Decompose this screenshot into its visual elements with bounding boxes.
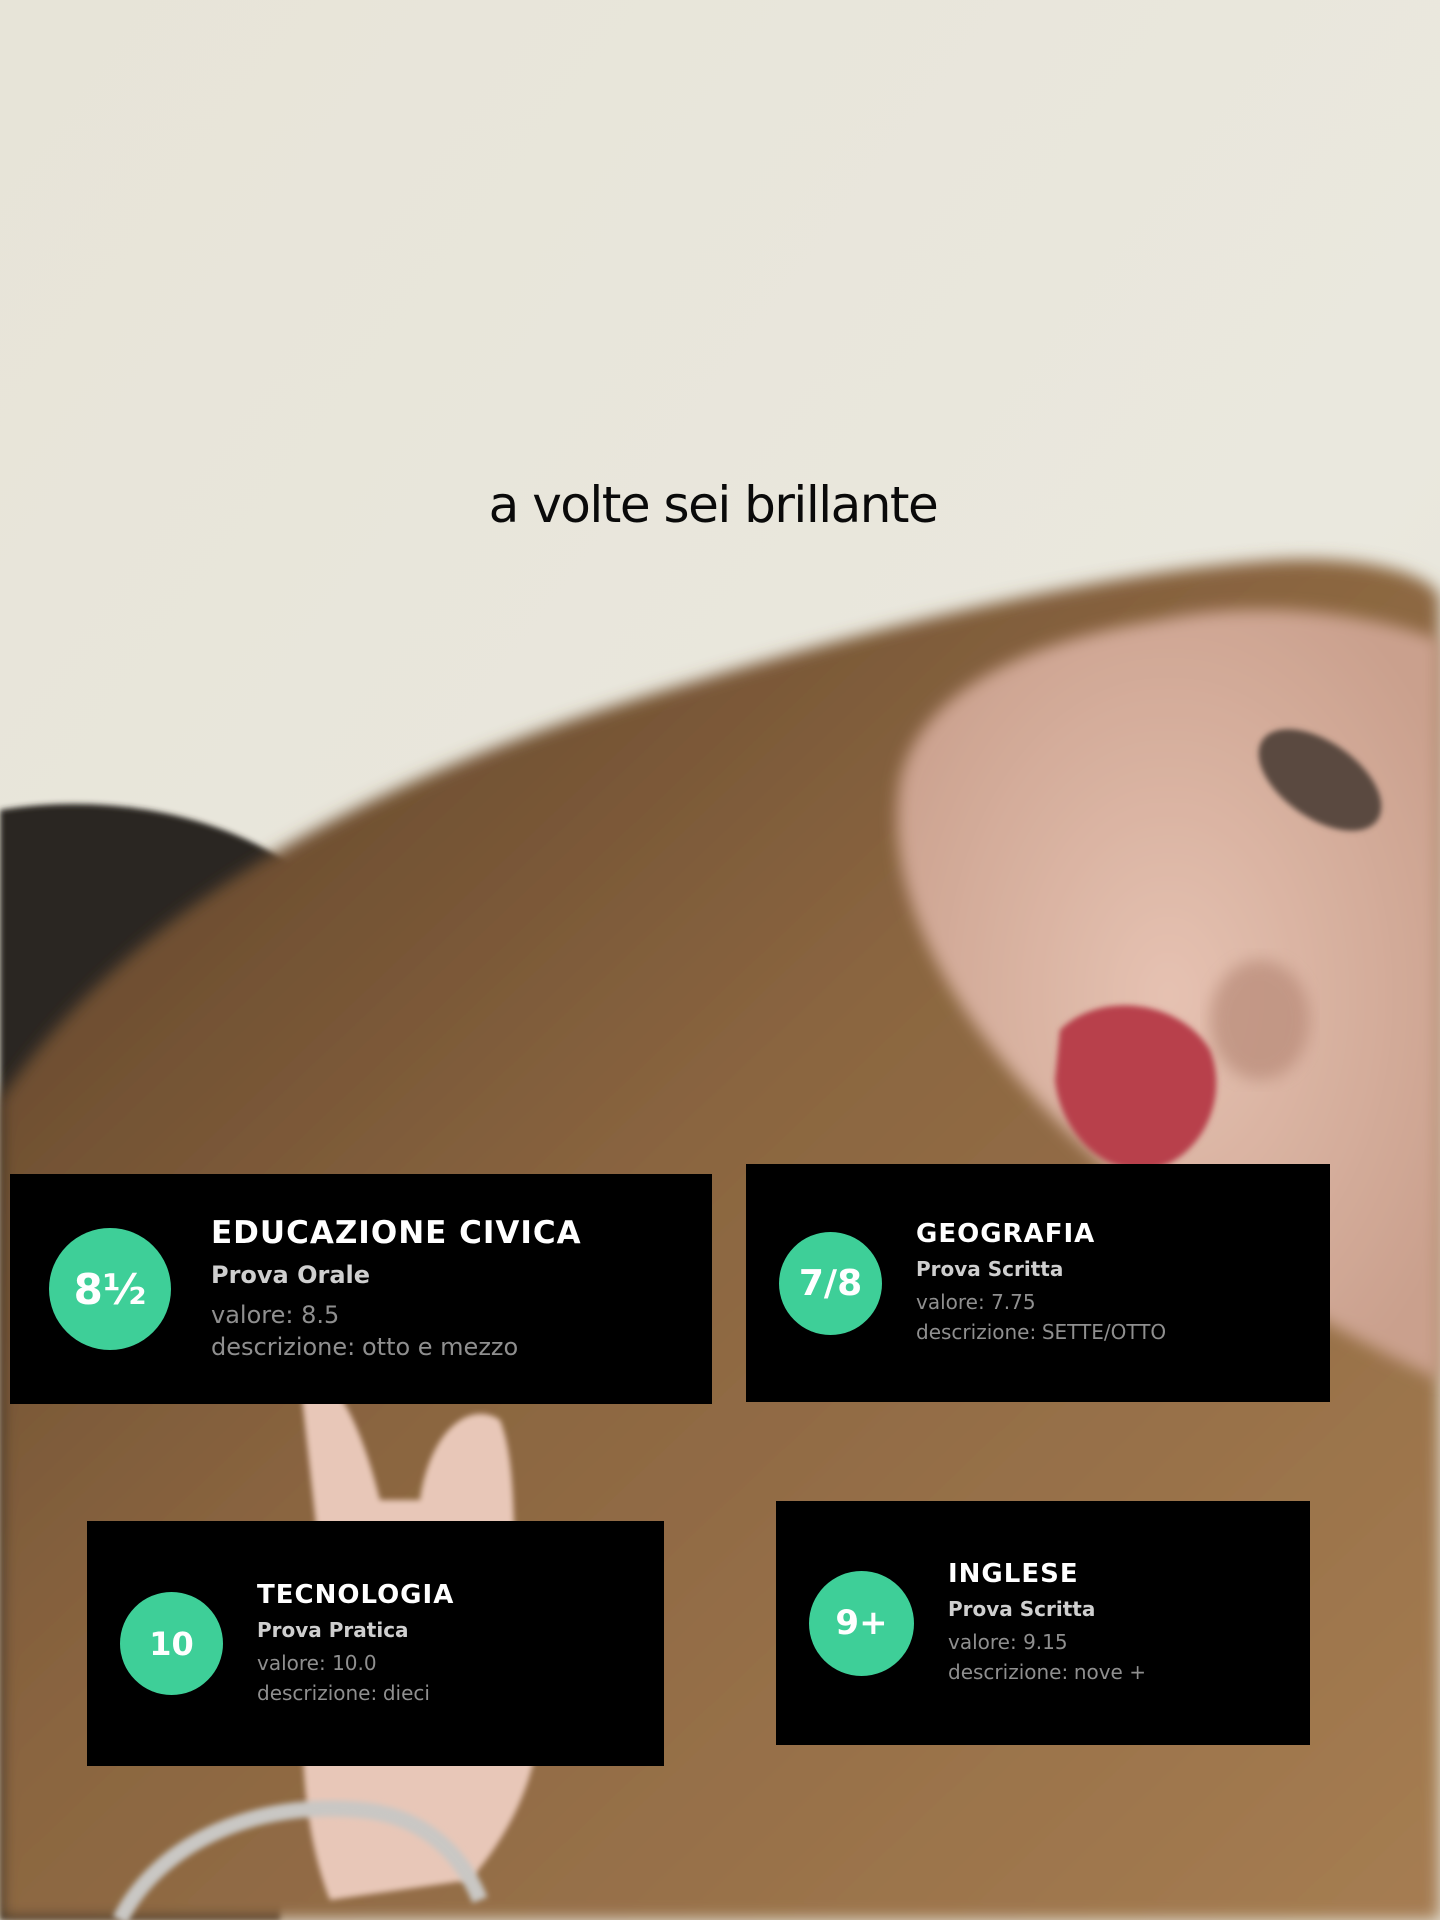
grade-value: valore: 8.5 [211, 1300, 340, 1329]
grade-value: valore: 10.0 [257, 1650, 377, 1675]
description-text: SETTE/OTTO [1041, 1320, 1167, 1344]
subject-name: TECNOLOGIA [257, 1579, 455, 1610]
grade-value: valore: 7.75 [916, 1290, 1036, 1314]
grade-info: EDUCAZIONE CIVICA Prova Orale valore: 8.… [211, 1215, 582, 1364]
description-text: nove + [1073, 1660, 1146, 1684]
subject-name: INGLESE [948, 1559, 1079, 1589]
description-label: descrizione: [257, 1680, 378, 1705]
grade-description: descrizione: nove + [948, 1657, 1146, 1687]
grade-badge: 7/8 [779, 1231, 882, 1335]
subject-name: EDUCAZIONE CIVICA [211, 1214, 582, 1251]
grade-card: 8½ EDUCAZIONE CIVICA Prova Orale valore:… [10, 1174, 712, 1404]
test-type: Prova Scritta [916, 1257, 1064, 1281]
test-type: Prova Pratica [257, 1617, 409, 1642]
grade-info: INGLESE Prova Scritta valore: 9.15 descr… [948, 1559, 1146, 1687]
test-type: Prova Orale [211, 1260, 371, 1289]
grade-badge: 10 [120, 1592, 223, 1695]
grade-card: 7/8 GEOGRAFIA Prova Scritta valore: 7.75… [746, 1164, 1330, 1402]
description-label: descrizione: [211, 1333, 356, 1361]
test-type: Prova Scritta [948, 1597, 1096, 1621]
grade-badge: 8½ [49, 1228, 171, 1350]
grade-badge: 9+ [809, 1570, 914, 1676]
grade-value: valore: 9.15 [948, 1630, 1068, 1654]
subject-name: GEOGRAFIA [916, 1219, 1096, 1249]
description-label: descrizione: [916, 1320, 1037, 1344]
caption-text: a volte sei brillante [488, 476, 939, 534]
grade-card: 10 TECNOLOGIA Prova Pratica valore: 10.0… [87, 1521, 664, 1766]
description-text: otto e mezzo [361, 1333, 519, 1361]
description-text: dieci [382, 1680, 430, 1705]
grade-info: TECNOLOGIA Prova Pratica valore: 10.0 de… [257, 1580, 454, 1708]
grade-card: 9+ INGLESE Prova Scritta valore: 9.15 de… [776, 1501, 1310, 1745]
description-label: descrizione: [948, 1660, 1069, 1684]
grade-description: descrizione: dieci [257, 1678, 454, 1708]
grade-description: descrizione: SETTE/OTTO [916, 1317, 1166, 1347]
grade-description: descrizione: otto e mezzo [211, 1331, 582, 1363]
grade-info: GEOGRAFIA Prova Scritta valore: 7.75 des… [916, 1219, 1166, 1347]
